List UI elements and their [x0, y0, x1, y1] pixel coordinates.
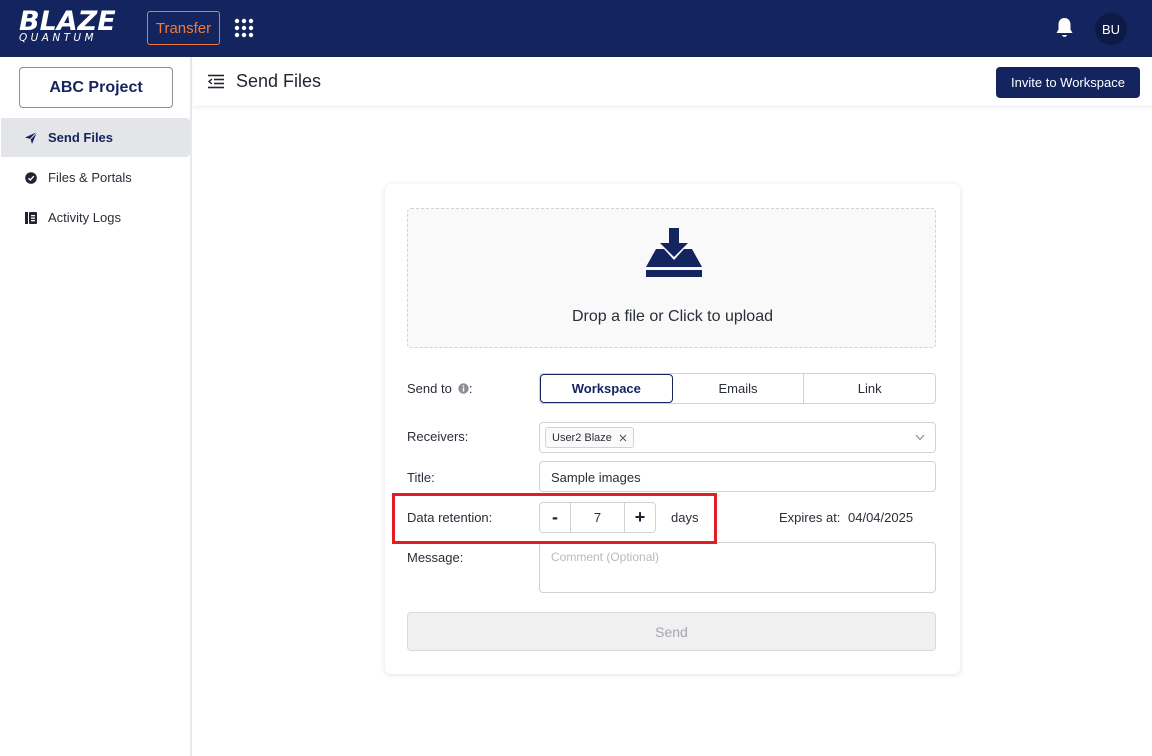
remove-receiver-icon[interactable]	[619, 434, 627, 442]
receiver-chip-label: User2 Blaze	[552, 431, 612, 444]
retention-increment-button[interactable]: +	[625, 503, 655, 532]
send-to-option-link[interactable]: Link	[804, 374, 935, 403]
user-avatar[interactable]: BU	[1095, 13, 1127, 45]
receivers-label: Receivers:	[407, 429, 469, 444]
transfer-button[interactable]: Transfer	[147, 11, 220, 45]
send-button[interactable]: Send	[407, 612, 936, 651]
menu-collapse-icon[interactable]	[207, 74, 225, 89]
blaze-quantum-logo[interactable]: BLAZE QUANTUM	[19, 8, 129, 48]
info-icon[interactable]	[458, 383, 469, 394]
activity-log-icon	[25, 211, 37, 224]
message-textarea[interactable]: Comment (Optional)	[539, 542, 936, 593]
message-placeholder: Comment (Optional)	[551, 550, 660, 564]
files-icon	[25, 171, 37, 184]
retention-stepper: - 7 +	[539, 502, 656, 533]
sidebar-item-send-files[interactable]: Send Files	[1, 118, 190, 157]
retention-unit-label: days	[671, 510, 699, 525]
apps-grid-icon[interactable]	[234, 18, 254, 38]
invite-to-workspace-button[interactable]: Invite to Workspace	[996, 67, 1140, 98]
data-retention-label: Data retention:	[407, 510, 493, 525]
bell-icon[interactable]	[1055, 17, 1074, 39]
page-header: Send Files Invite to Workspace	[193, 57, 1152, 107]
title-label: Title:	[407, 470, 435, 485]
sidebar-item-files-portals[interactable]: Files & Portals	[1, 158, 190, 197]
sidebar-item-label: Files & Portals	[48, 170, 132, 185]
logo-main-text: BLAZE	[19, 6, 116, 37]
sidebar-item-label: Send Files	[48, 130, 114, 145]
file-dropzone[interactable]: Drop a file or Click to upload	[407, 208, 936, 348]
expires-at-value: 04/04/2025	[848, 510, 914, 525]
receiver-chip: User2 Blaze	[545, 427, 634, 448]
chevron-down-icon[interactable]	[915, 434, 925, 441]
title-input[interactable]: Sample images	[539, 461, 936, 492]
project-selector-button[interactable]: ABC Project	[19, 67, 173, 108]
send-to-label: Send to:	[407, 381, 472, 396]
expires-at-label: Expires at:	[779, 510, 841, 525]
page-title: Send Files	[236, 71, 322, 91]
send-files-card: Drop a file or Click to upload Send to: …	[385, 184, 960, 674]
title-input-value: Sample images	[551, 470, 641, 485]
sidebar: ABC Project Send Files Files & Portals A…	[0, 57, 192, 756]
send-icon	[25, 131, 38, 144]
send-to-label-text: Send to	[407, 381, 452, 396]
send-to-option-workspace[interactable]: Workspace	[540, 374, 673, 403]
message-label: Message:	[407, 550, 464, 565]
send-to-label-colon: :	[468, 381, 473, 396]
receivers-select[interactable]: User2 Blaze	[539, 422, 936, 453]
retention-value-input[interactable]: 7	[570, 503, 625, 532]
sidebar-item-activity-logs[interactable]: Activity Logs	[1, 198, 190, 237]
dropzone-text: Drop a file or Click to upload	[572, 308, 773, 325]
sidebar-item-label: Activity Logs	[48, 210, 121, 225]
send-to-option-emails[interactable]: Emails	[673, 374, 805, 403]
download-tray-icon	[646, 228, 702, 277]
retention-decrement-button[interactable]: -	[540, 503, 570, 532]
top-bar: BLAZE QUANTUM Transfer BU	[0, 0, 1152, 57]
send-to-segmented-control: Workspace Emails Link	[539, 373, 936, 404]
